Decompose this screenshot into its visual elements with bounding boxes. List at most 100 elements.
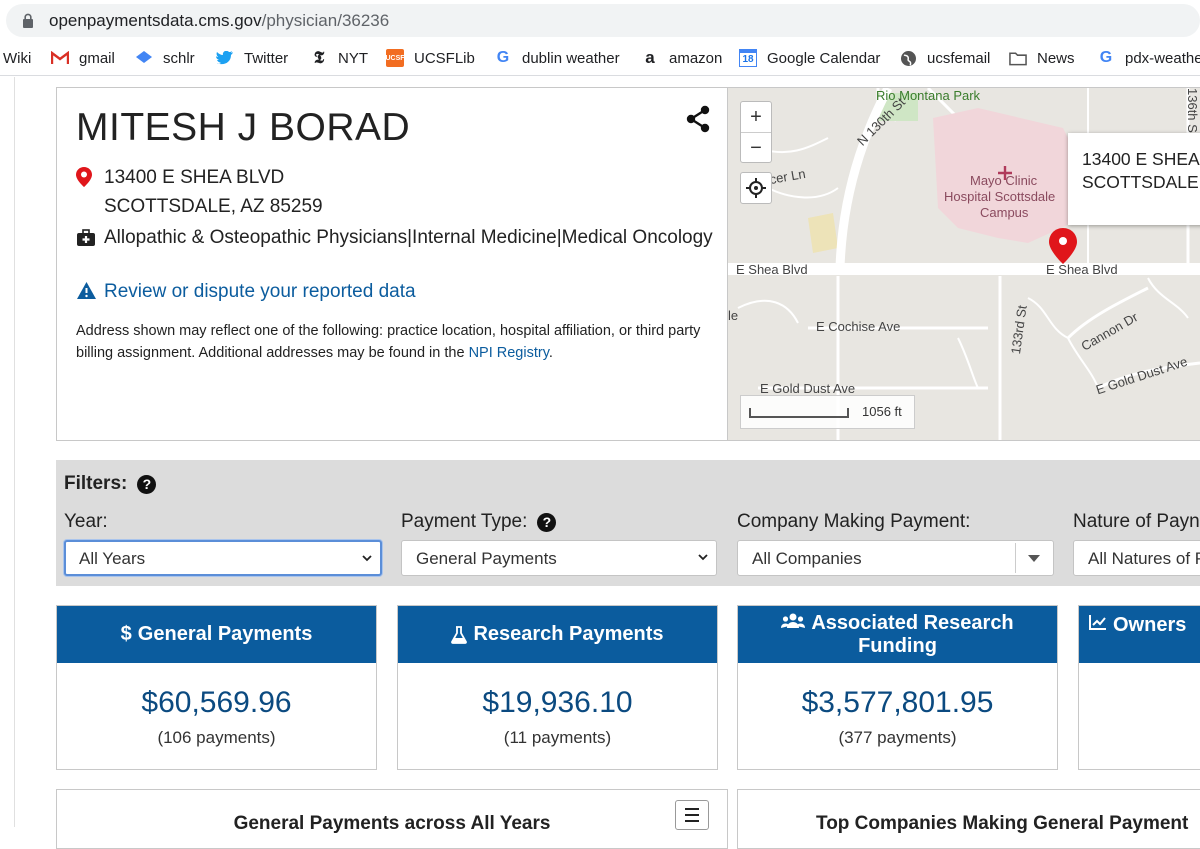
bookmark-dublin-weather[interactable]: G dublin weather [494, 48, 620, 68]
nature-select[interactable]: All Natures of P [1073, 540, 1200, 576]
calendar-icon: 18 [739, 49, 757, 67]
bookmark-twitter[interactable]: Twitter [216, 48, 288, 68]
company-select[interactable]: All Companies [737, 540, 1054, 576]
url-path: /physician/36236 [261, 11, 390, 30]
map-label-street: 136th S [1185, 88, 1200, 133]
bookmark-label: dublin weather [522, 49, 620, 67]
map-label-street: E Cochise Ave [816, 319, 901, 334]
card-title: Associated Research Funding [768, 612, 1028, 658]
payment-type-label-text: Payment Type: [401, 511, 528, 532]
payment-type-value: General Payments [416, 549, 557, 568]
specialty-row: Allopathic & Osteopathic Physicians|Inte… [76, 224, 716, 256]
popup-line2: SCOTTSDALE [1082, 172, 1199, 192]
card-title: Owners [1113, 614, 1187, 636]
map-zoom-control: + − [740, 101, 772, 163]
card-header: $ General Payments [57, 606, 376, 663]
chevron-down-icon [362, 555, 372, 562]
location-map[interactable]: Rio Montana Park N 130th St ercer Ln May… [728, 87, 1200, 441]
map-popup: 13400 E SHEA SCOTTSDALE [1068, 133, 1200, 225]
nature-select-value: All Natures of P [1088, 549, 1200, 568]
bookmark-label: gmail [79, 49, 115, 67]
map-label-poi: Mayo Clinic [970, 173, 1038, 188]
zoom-out-button[interactable]: − [741, 132, 771, 162]
npi-registry-link[interactable]: NPI Registry [469, 345, 549, 361]
bookmark-google-calendar[interactable]: 18 Google Calendar [739, 48, 880, 68]
card-header: Research Payments [398, 606, 717, 663]
map-label-poi: Hospital Scottsdale [944, 189, 1056, 204]
chart-menu-button[interactable] [675, 800, 709, 830]
payment-type-label: Payment Type:? [401, 511, 557, 533]
filters-title-text: Filters: [64, 473, 128, 494]
bookmark-label: Google Calendar [767, 49, 881, 67]
general-payments-card[interactable]: $ General Payments $60,569.96 (106 paymen… [56, 605, 377, 770]
panel-title: General Payments across All Years [233, 813, 551, 834]
year-select[interactable]: All Years [64, 540, 382, 576]
browser-address-bar: openpaymentsdata.cms.gov/physician/36236 [0, 0, 1200, 40]
crosshair-icon [746, 178, 766, 198]
help-icon[interactable]: ? [137, 474, 157, 494]
panel-title: Top Companies Making General Payment [816, 813, 1189, 834]
google-icon: G [1099, 49, 1113, 66]
locate-button[interactable] [740, 172, 772, 204]
bookmark-label: Twitter [244, 49, 289, 67]
bookmark-wiki[interactable]: Wiki [3, 48, 31, 68]
bookmark-label: schlr [163, 49, 195, 67]
ownership-card[interactable]: Owners [1078, 605, 1200, 770]
line-chart-icon [1089, 614, 1107, 630]
bookmark-pdx-weather[interactable]: G pdx-weathe [1097, 48, 1200, 68]
scale-text: 1056 ft [862, 404, 902, 419]
address-note: Address shown may reflect one of the fol… [76, 320, 716, 364]
users-icon [781, 613, 806, 629]
general-payments-chart-panel: General Payments across All Years [56, 789, 728, 849]
card-title: General Payments [137, 623, 313, 645]
bookmark-label: ucsfemail [927, 49, 991, 67]
zoom-in-button[interactable]: + [741, 102, 771, 132]
scholar-icon [135, 49, 153, 67]
note-text: Address shown may reflect one of the fol… [76, 323, 701, 361]
ucsf-icon: UCSF [385, 49, 405, 67]
bookmark-news[interactable]: News [1009, 48, 1075, 68]
bookmark-schlr[interactable]: schlr [135, 48, 195, 68]
associated-research-funding-card[interactable]: Associated Research Funding $3,577,801.9… [737, 605, 1058, 770]
research-payments-card[interactable]: Research Payments $19,936.10 (11 payment… [397, 605, 718, 770]
top-companies-panel: Top Companies Making General Payment [737, 789, 1200, 849]
bookmark-ucsflib[interactable]: UCSF UCSFLib [385, 48, 475, 68]
page-content: MITESH J BORAD 13400 E SHEA BLVD SCOTTSD… [0, 77, 1200, 849]
card-amount: $19,936.10 [482, 686, 633, 719]
bookmark-gmail[interactable]: gmail [51, 48, 115, 68]
map-label-street: E Gold Dust Ave [760, 381, 856, 396]
page-divider [14, 77, 15, 827]
gmail-icon [51, 49, 69, 67]
address-line2: SCOTTSDALE, AZ 85259 [104, 196, 323, 217]
payment-type-select[interactable]: General Payments [401, 540, 717, 576]
review-dispute-link[interactable]: Review or dispute your reported data [76, 281, 416, 306]
chevron-down-icon [698, 554, 708, 561]
address-line1-row: 13400 E SHEA BLVD [76, 167, 284, 193]
bookmarks-bar: Wiki gmail schlr Twitter 𝕿 NYT UCSF UCSF… [0, 40, 1200, 76]
bookmark-nyt[interactable]: 𝕿 NYT [310, 48, 368, 68]
map-label-street: le [728, 308, 739, 323]
bookmark-amazon[interactable]: a amazon [641, 48, 722, 68]
share-icon[interactable] [685, 105, 711, 133]
dollar-icon: $ [120, 623, 132, 645]
card-count: (106 payments) [157, 728, 276, 747]
specialty-text: Allopathic & Osteopathic Physicians|Inte… [104, 227, 713, 248]
map-label-poi: Campus [980, 205, 1029, 220]
map-pin-icon [76, 167, 104, 193]
map-label-street: E Shea Blvd [736, 262, 808, 277]
company-label: Company Making Payment: [737, 511, 971, 532]
map-scale: 1056 ft [740, 395, 915, 429]
warning-icon [76, 281, 104, 306]
filters-panel: Filters:? Year: All Years Payment Type:?… [56, 460, 1200, 586]
bookmark-ucsfemail[interactable]: ucsfemail [899, 48, 990, 68]
bookmark-label: News [1037, 49, 1075, 67]
help-icon[interactable]: ? [537, 512, 557, 532]
card-header: Associated Research Funding [738, 606, 1057, 663]
note-suffix: . [548, 345, 553, 361]
url-domain: openpaymentsdata.cms.gov [49, 11, 262, 30]
bookmark-label: Wiki [3, 49, 32, 67]
year-label: Year: [64, 511, 108, 532]
url-input[interactable]: openpaymentsdata.cms.gov/physician/36236 [6, 4, 1200, 37]
medical-bag-icon [76, 224, 104, 256]
popup-line1: 13400 E SHEA [1082, 149, 1200, 169]
